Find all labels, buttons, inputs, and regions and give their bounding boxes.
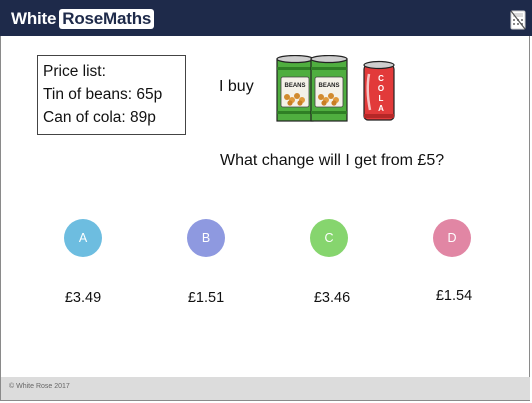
copyright-text: © White Rose 2017 xyxy=(9,383,70,390)
option-d-answer: £1.54 xyxy=(435,288,473,304)
option-c-button[interactable]: C xyxy=(310,219,348,257)
option-a-button[interactable]: A xyxy=(64,219,102,257)
logo-text-rosemaths: RoseMaths xyxy=(59,8,155,29)
i-buy-text: I buy xyxy=(219,78,254,95)
cola-letter-l: L xyxy=(379,94,384,103)
bean-label-right: BEANS xyxy=(318,83,339,89)
bean-tins-image: BEANS BEANS xyxy=(276,55,348,122)
option-b-letter: B xyxy=(201,231,211,245)
option-d-button[interactable]: D xyxy=(433,219,471,257)
header-bar: White RoseMaths xyxy=(0,0,532,36)
price-beans: Tin of beans: 65p xyxy=(43,86,163,103)
question-text: What change will I get from £5? xyxy=(220,152,445,169)
option-c-answer: £3.46 xyxy=(313,290,351,306)
cola-letter-c: C xyxy=(378,74,384,83)
logo-text-white: White xyxy=(11,8,57,28)
bean-label-left: BEANS xyxy=(284,83,305,89)
price-list-box: Price list: Tin of beans: 65p Can of col… xyxy=(37,55,186,135)
white-rose-maths-logo: White RoseMaths xyxy=(11,8,155,29)
option-b-answer: £1.51 xyxy=(187,290,225,306)
footer-bar: © White Rose 2017 xyxy=(1,377,530,400)
price-list-title: Price list: xyxy=(43,63,106,80)
option-a-answer: £3.49 xyxy=(64,290,102,306)
cola-can-image: C O L A xyxy=(363,60,395,121)
no-calculator-icon xyxy=(510,10,526,30)
option-b-button[interactable]: B xyxy=(187,219,225,257)
bean-tin-left: BEANS xyxy=(276,55,314,122)
option-d-letter: D xyxy=(447,231,457,245)
price-cola: Can of cola: 89p xyxy=(43,109,156,126)
option-a-letter: A xyxy=(78,231,88,245)
cola-letter-a: A xyxy=(378,104,384,113)
option-c-letter: C xyxy=(324,231,334,245)
cola-letter-o: O xyxy=(378,84,384,93)
bean-tin-right: BEANS xyxy=(310,55,348,122)
